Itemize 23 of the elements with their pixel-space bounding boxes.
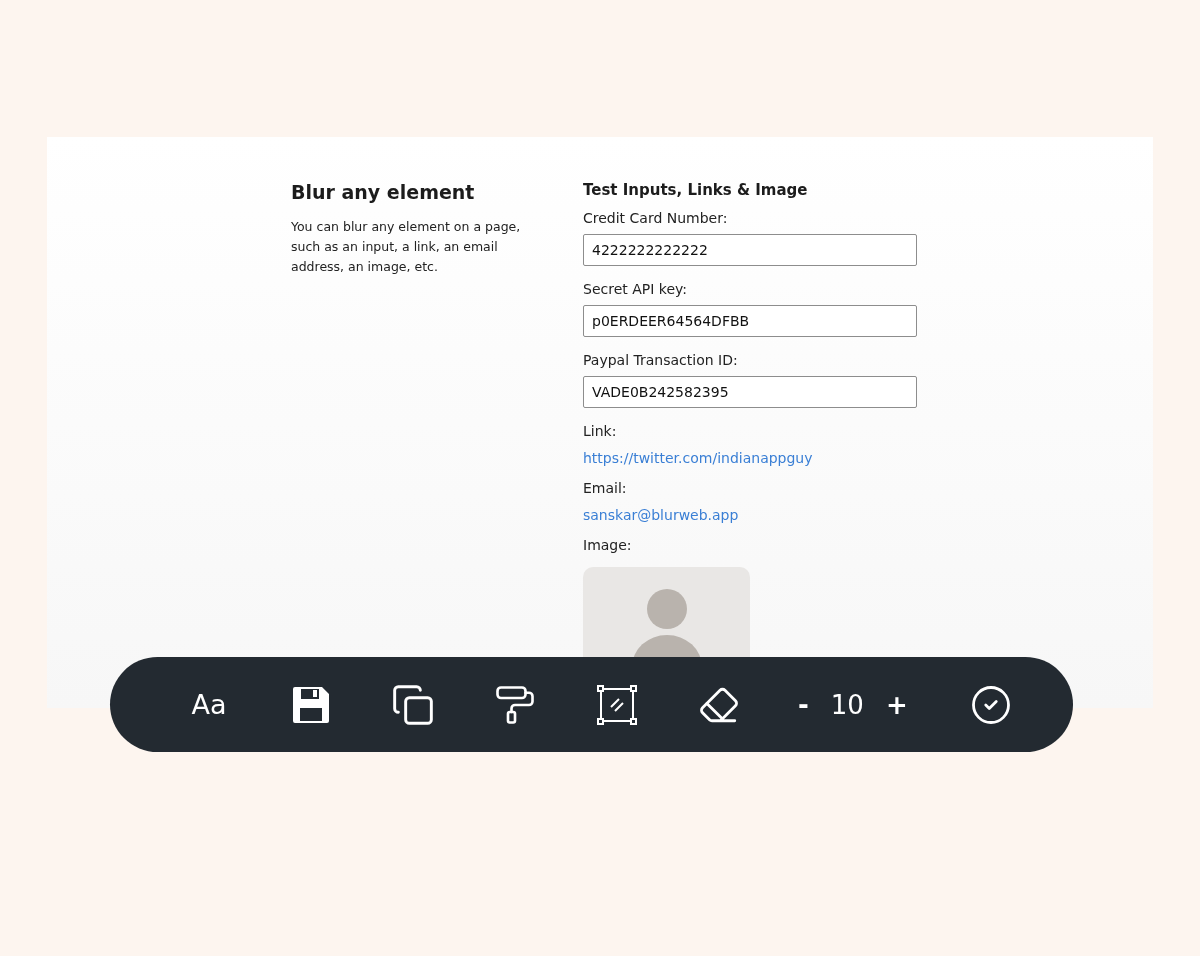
selection-icon [597,684,637,725]
input-field[interactable]: 4222222222222 [583,234,917,266]
link[interactable]: https://twitter.com/indianappguy [583,450,813,466]
field-label: Credit Card Number: [583,209,729,227]
input-field[interactable]: p0ERDEER64564DFBB [583,305,917,337]
copy-icon [391,682,435,727]
decrease-button[interactable]: - [792,689,815,720]
field-label: Secret API key: [583,280,688,298]
size-value: 10 [830,689,864,720]
section-title: Blur any element [291,181,476,203]
image-label: Image: [583,536,633,554]
link[interactable]: sanskar@blurweb.app [583,507,739,523]
save-icon [291,684,331,725]
test-title: Test Inputs, Links & Image [583,181,809,199]
section-description: You can blur any element on a page, such as an input, a link, an email address, an image, etc. [291,218,522,276]
input-field[interactable]: VADE0B242582395 [583,376,917,408]
field-label: Paypal Transaction ID: [583,351,739,369]
link-label: Email: [583,479,628,497]
increase-button[interactable]: + [879,689,914,720]
text-button[interactable]: Aa [158,674,260,735]
link-label: Link: [583,422,618,440]
paint-roller-icon [494,683,536,726]
check-circle-icon [969,683,1012,726]
